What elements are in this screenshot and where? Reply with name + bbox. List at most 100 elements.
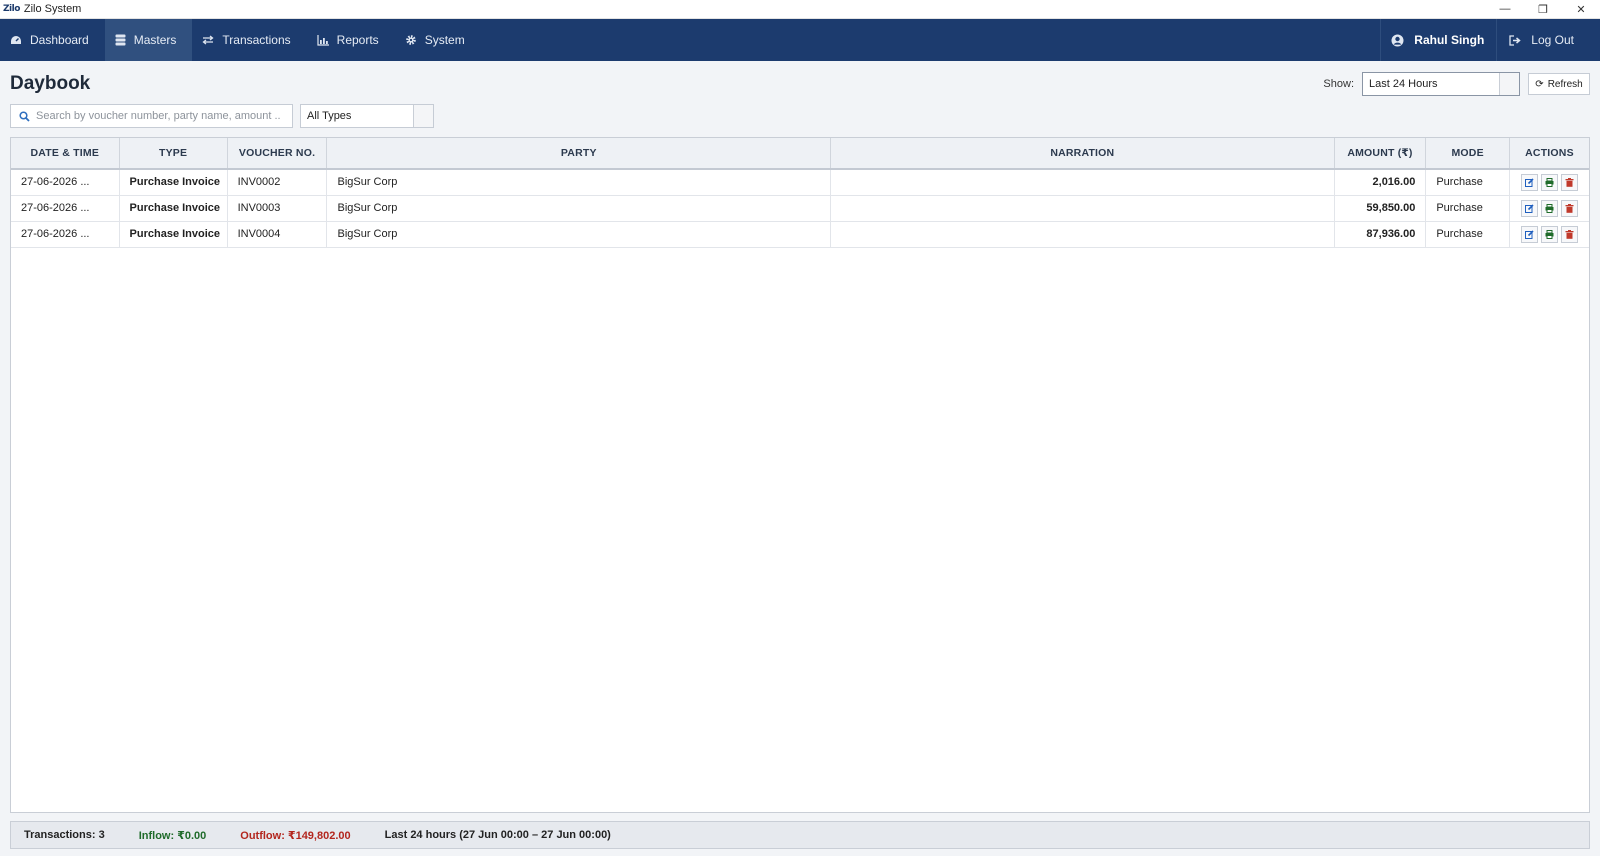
nav-item-label: System — [424, 33, 465, 47]
title-bar: Zilo Zilo System — ❐ ✕ — [0, 0, 1600, 19]
cell-narration — [830, 195, 1335, 222]
bar-chart-icon — [317, 34, 329, 46]
daybook-table: DATE & TIME TYPE VOUCHER NO. PARTY NARRA… — [10, 137, 1590, 813]
logout-button[interactable]: Log Out — [1496, 19, 1600, 61]
gear-icon — [405, 35, 416, 45]
cell-actions — [1509, 221, 1589, 248]
cell-type: Purchase Invoice — [119, 169, 228, 196]
type-filter-value: All Types — [307, 110, 352, 122]
cell-narration — [830, 221, 1335, 248]
dashboard-icon — [11, 35, 21, 44]
nav-item-masters[interactable]: Masters — [104, 19, 193, 61]
date-range: Last 24 hours (27 Jun 00:00 – 27 Jun 00:… — [384, 829, 611, 841]
delete-button[interactable] — [1560, 199, 1578, 217]
edit-button[interactable] — [1520, 173, 1538, 191]
table-header-row: DATE & TIME TYPE VOUCHER NO. PARTY NARRA… — [11, 138, 1589, 170]
search-box[interactable] — [10, 104, 293, 128]
header-party[interactable]: PARTY — [326, 138, 832, 170]
transactions-count: Transactions: 3 — [24, 829, 105, 841]
cell-date: 27-06-2026 ... — [11, 169, 120, 196]
period-select-dropdown[interactable] — [1499, 73, 1519, 95]
minimize-button[interactable]: — — [1486, 0, 1524, 19]
header-actions: ACTIONS — [1509, 138, 1589, 170]
database-icon — [115, 34, 126, 46]
table-row[interactable]: 27-06-2026 ... Purchase Invoice INV0003 … — [11, 195, 1589, 222]
top-navbar: Dashboard Masters Transactions Reports S… — [0, 19, 1600, 61]
search-input[interactable] — [36, 110, 281, 122]
type-filter-dropdown[interactable] — [413, 105, 433, 127]
period-select[interactable]: Last 24 Hours — [1362, 72, 1520, 96]
cell-voucher: INV0003 — [227, 195, 328, 222]
cell-party: BigSur Corp — [326, 195, 832, 222]
refresh-label: Refresh — [1547, 78, 1583, 90]
table-row[interactable]: 27-06-2026 ... Purchase Invoice INV0004 … — [11, 221, 1589, 248]
search-icon — [19, 110, 30, 122]
cell-date: 27-06-2026 ... — [11, 195, 120, 222]
cell-mode: Purchase — [1425, 195, 1510, 222]
refresh-button[interactable]: ⟳ Refresh — [1528, 73, 1590, 95]
status-bar: Transactions: 3 Inflow: ₹0.00 Outflow: ₹… — [10, 821, 1590, 849]
header-amount[interactable]: AMOUNT (₹) — [1334, 138, 1427, 170]
type-filter-select[interactable]: All Types — [300, 104, 434, 128]
user-name: Rahul Singh — [1414, 33, 1485, 47]
nav-item-transactions[interactable]: Transactions — [192, 19, 306, 61]
print-button[interactable] — [1540, 199, 1558, 217]
cell-narration — [830, 169, 1335, 196]
nav-item-system[interactable]: System — [395, 19, 481, 61]
nav-item-label: Masters — [133, 33, 177, 47]
cell-actions — [1509, 169, 1589, 196]
cell-voucher: INV0002 — [227, 169, 328, 196]
print-icon — [1545, 177, 1554, 187]
close-button[interactable]: ✕ — [1562, 0, 1600, 19]
restore-button[interactable]: ❐ — [1524, 0, 1562, 19]
show-label: Show: — [1323, 78, 1354, 90]
page-title: Daybook — [10, 73, 91, 94]
inflow-total: Inflow: ₹0.00 — [138, 829, 207, 842]
app-logo: Zilo — [3, 4, 20, 14]
print-button[interactable] — [1540, 173, 1558, 191]
logout-label: Log Out — [1531, 33, 1574, 47]
print-button[interactable] — [1540, 225, 1558, 243]
edit-button[interactable] — [1520, 225, 1538, 243]
cell-type: Purchase Invoice — [119, 221, 228, 248]
trash-icon — [1565, 229, 1574, 239]
nav-item-dashboard[interactable]: Dashboard — [0, 19, 105, 61]
cell-voucher: INV0004 — [227, 221, 328, 248]
cell-date: 27-06-2026 ... — [11, 221, 120, 248]
cell-party: BigSur Corp — [326, 221, 832, 248]
exchange-icon — [202, 35, 214, 45]
cell-mode: Purchase — [1425, 221, 1510, 248]
cell-party: BigSur Corp — [326, 169, 832, 196]
trash-icon — [1565, 177, 1574, 187]
nav-item-reports[interactable]: Reports — [307, 19, 395, 61]
user-circle-icon — [1391, 34, 1404, 46]
page-header: Daybook Show: Last 24 Hours ⟳ Refresh — [10, 71, 1590, 97]
print-icon — [1545, 203, 1554, 213]
edit-icon — [1524, 203, 1534, 213]
cell-amount: 2,016.00 — [1334, 169, 1427, 196]
cell-amount: 87,936.00 — [1334, 221, 1427, 248]
delete-button[interactable] — [1560, 173, 1578, 191]
header-mode[interactable]: MODE — [1425, 138, 1510, 170]
cell-type: Purchase Invoice — [119, 195, 228, 222]
header-date-time[interactable]: DATE & TIME — [11, 138, 120, 170]
outflow-total: Outflow: ₹149,802.00 — [240, 829, 351, 842]
user-menu[interactable]: Rahul Singh — [1380, 19, 1496, 61]
cell-actions — [1509, 195, 1589, 222]
window-title: Zilo System — [23, 3, 82, 15]
period-select-value: Last 24 Hours — [1369, 78, 1438, 90]
table-row[interactable]: 27-06-2026 ... Purchase Invoice INV0002 … — [11, 169, 1589, 196]
nav-item-label: Dashboard — [30, 33, 89, 47]
header-type[interactable]: TYPE — [119, 138, 228, 170]
header-voucher-no[interactable]: VOUCHER NO. — [227, 138, 328, 170]
cell-amount: 59,850.00 — [1334, 195, 1427, 222]
sign-out-icon — [1509, 34, 1521, 46]
header-narration[interactable]: NARRATION — [830, 138, 1335, 170]
filter-row: All Types — [10, 104, 434, 128]
delete-button[interactable] — [1560, 225, 1578, 243]
edit-button[interactable] — [1520, 199, 1538, 217]
edit-icon — [1524, 178, 1534, 187]
cell-mode: Purchase — [1425, 169, 1510, 196]
trash-icon — [1565, 203, 1574, 213]
edit-icon — [1524, 229, 1534, 239]
